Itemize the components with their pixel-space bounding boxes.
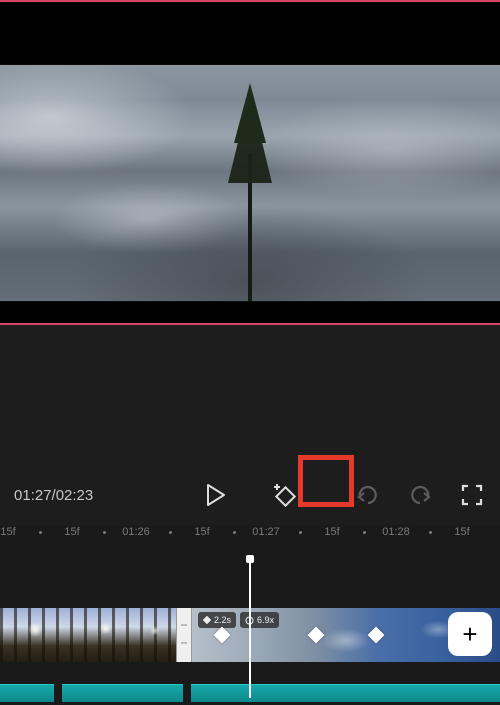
keyframe-icon <box>271 482 297 508</box>
clip-badges: 2.2s 6.9x <box>198 612 279 628</box>
redo-button[interactable] <box>406 481 434 509</box>
diamond-small-icon <box>203 616 211 624</box>
speed-badge-text: 6.9x <box>257 615 274 625</box>
play-button[interactable] <box>202 481 230 509</box>
control-row: 01:27/02:23 <box>0 473 500 517</box>
fullscreen-icon <box>461 484 483 506</box>
keyframe-marker[interactable] <box>308 627 325 644</box>
ruler-label: 15f <box>442 526 482 538</box>
speed-badge: 6.9x <box>240 612 279 628</box>
add-keyframe-button[interactable] <box>270 481 298 509</box>
playhead[interactable] <box>249 558 251 698</box>
undo-button[interactable] <box>354 481 382 509</box>
add-clip-label: + <box>462 619 477 650</box>
duration-badge-text: 2.2s <box>214 615 231 625</box>
video-frame[interactable] <box>0 64 500 302</box>
clip-1[interactable] <box>0 608 176 662</box>
add-clip-button[interactable]: + <box>448 612 492 656</box>
playback-controls-area: 01:27/02:23 <box>0 325 500 525</box>
timeline-ruler[interactable]: 15f15f01:2615f01:2715f01:2815f <box>0 520 500 544</box>
time-display: 01:27/02:23 <box>14 487 93 504</box>
duration-badge: 2.2s <box>198 612 236 628</box>
redo-icon <box>408 485 432 505</box>
tree-silhouette <box>220 83 280 302</box>
play-icon <box>206 484 226 506</box>
video-preview-area <box>0 0 500 325</box>
fullscreen-button[interactable] <box>458 481 486 509</box>
clip-transition-handle[interactable] <box>176 608 192 662</box>
keyframe-marker[interactable] <box>214 627 231 644</box>
keyframe-marker[interactable] <box>368 627 385 644</box>
center-controls <box>202 481 298 509</box>
right-controls <box>354 481 486 509</box>
undo-icon <box>356 485 380 505</box>
